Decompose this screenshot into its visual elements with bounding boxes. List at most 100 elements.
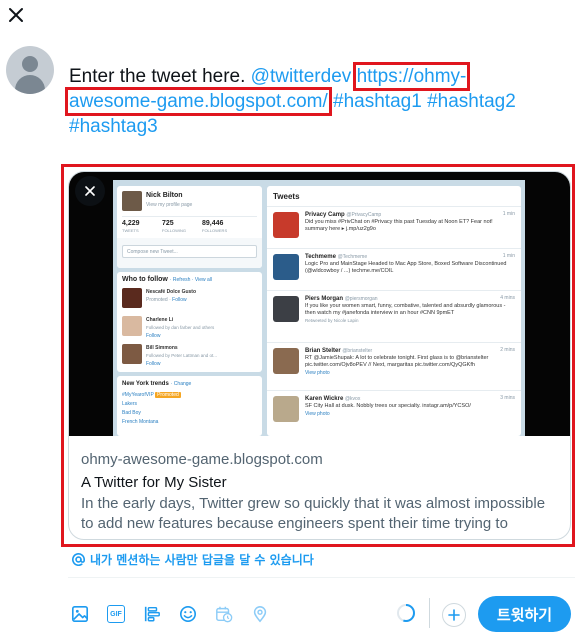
tweet-button[interactable]: 트윗하기: [478, 596, 571, 632]
card-description: In the early days, Twitter grew so quick…: [81, 495, 546, 532]
tweet-avatar: [273, 396, 299, 422]
follow-link: Follow: [172, 297, 187, 303]
url-part1: https://ohmy-: [352, 62, 471, 91]
hashtag-1: #hashtag1: [333, 91, 422, 112]
tweet-plain-text: Enter the tweet here.: [69, 66, 251, 87]
stat-value: 725: [162, 220, 174, 227]
close-icon: [85, 186, 95, 196]
tweet-handle: @piersmorgan: [344, 296, 378, 302]
tweet-avatar: [273, 254, 299, 280]
tweet-body: RT @JamieShupak: A lot to celebrate toni…: [305, 355, 489, 368]
tweet-body: SF City Hall at dusk. Nobbly trees our s…: [305, 403, 471, 409]
trend-label: #MyYearofVIP: [122, 392, 154, 398]
mention: @twitterdev: [250, 66, 352, 87]
trends-change-link: · Change: [170, 381, 192, 387]
tweet-author: Brian Stelter: [305, 348, 341, 354]
reply-setting-label: 내가 멘션하는 사람만 답글을 달 수 있습니다: [90, 553, 314, 567]
composer-toolbar: GIF: [62, 597, 278, 631]
card-title: A Twitter for My Sister: [81, 474, 227, 491]
suggestion-sub: Followed by Peter Lattman and ot...: [146, 353, 218, 358]
retweeted-by: Retweeted by Nicole Lapin: [305, 318, 359, 323]
add-tweet-button[interactable]: [442, 603, 466, 627]
tweet-handle: @PrivacyCamp: [346, 212, 382, 218]
hashtag-2: #hashtag2: [427, 91, 516, 112]
tweet-avatar: [273, 212, 299, 238]
poll-icon: [144, 606, 160, 622]
card-domain: ohmy-awesome-game.blogspot.com: [81, 451, 323, 468]
gif-label: GIF: [110, 610, 122, 618]
tweet-time: 1 min: [502, 253, 515, 259]
promoted-badge: Promoted: [155, 392, 181, 398]
stat-value: 4,229: [122, 220, 140, 227]
who-to-follow-pane: Who to follow · Refresh · View all Nesca…: [117, 272, 262, 372]
tweet-row: 1 min Techmeme @Techmeme Logic Pro and M…: [267, 248, 521, 290]
emoji-icon: [179, 605, 197, 623]
char-count-progress: [397, 604, 415, 622]
tweet-text-input[interactable]: Enter the tweet here. @twitterdev https:…: [65, 62, 569, 139]
gif-button[interactable]: GIF: [98, 597, 134, 631]
link-card[interactable]: Nick Bilton View my profile page 4,229 TW…: [68, 171, 571, 540]
trends-header: New York trends · Change: [122, 380, 191, 387]
avatar-body-shape: [15, 75, 45, 94]
suggestion-2: Charlene Li Followed by dan farber and ot…: [146, 316, 258, 340]
follow-link: Follow: [146, 361, 161, 367]
trend-item: #MyYearofVIP Promoted: [122, 391, 181, 399]
follow-link: Follow: [146, 333, 161, 339]
hashtag-3: #hashtag3: [69, 116, 158, 137]
compose-box: Compose new Tweet...: [117, 238, 262, 268]
stat-following: 725 FOLLOWING: [162, 220, 200, 235]
suggestion-sub: Promoted: [146, 297, 168, 303]
avatar[interactable]: [6, 46, 54, 94]
trends-title: New York trends: [122, 381, 169, 387]
profile-name: Nick Bilton: [146, 192, 183, 199]
stat-label: FOLLOWERS: [202, 228, 228, 233]
tweet-row: 2 mins Brian Stelter @brianstelter RT @J…: [267, 342, 521, 390]
tweet-time: 3 mins: [500, 395, 515, 401]
tweet-body: If you like your women smart, funny, com…: [305, 303, 506, 316]
stat-followers: 89,446 FOLLOWERS: [202, 220, 252, 235]
stat-label: TWEETS: [122, 228, 139, 233]
avatar-head-shape: [22, 56, 38, 72]
location-icon: [253, 606, 267, 623]
card-remove-button[interactable]: [75, 176, 105, 206]
suggestion-photo: [122, 316, 142, 336]
toolbar-separator: [429, 598, 430, 628]
tweet-avatar: [273, 296, 299, 322]
tweet-handle: @Techmeme: [337, 254, 368, 260]
emoji-button[interactable]: [170, 597, 206, 631]
who-to-follow-title: Who to follow · Refresh · View all: [122, 276, 212, 283]
profile-pane: Nick Bilton View my profile page 4,229 TW…: [117, 186, 262, 268]
tweet-row: 3 mins Karen Wickre @kvox SF City Hall a…: [267, 390, 521, 432]
trend-item: Lakers: [122, 401, 138, 407]
tweet-handle: @kvox: [344, 396, 361, 402]
suggestion-name: Charlene Li: [146, 317, 174, 323]
at-icon: [72, 553, 85, 566]
tweet-time: 2 mins: [500, 347, 515, 353]
trend-item: Bad Boy: [122, 410, 141, 416]
tweet-row: 4 mins Piers Morgan @piersmorgan If you …: [267, 290, 521, 342]
who-title: Who to follow: [122, 276, 168, 283]
close-button[interactable]: [4, 3, 28, 27]
card-image: Nick Bilton View my profile page 4,229 TW…: [69, 172, 570, 436]
divider: [122, 216, 257, 217]
divider: [68, 577, 575, 578]
tweet-author: Piers Morgan: [305, 296, 344, 302]
reply-setting-button[interactable]: 내가 멘션하는 사람만 답글을 달 수 있습니다: [72, 551, 314, 568]
poll-button[interactable]: [134, 597, 170, 631]
tweet-row: 1 min Privacy Camp @PrivacyCamp Did you …: [267, 206, 521, 248]
schedule-button[interactable]: [206, 597, 242, 631]
who-links: · Refresh · View all: [169, 277, 212, 283]
tweet-author: Techmeme: [305, 254, 336, 260]
suggestion-3: Bill Simmons Followed by Peter Lattman an…: [146, 344, 258, 368]
twitter-screenshot: Nick Bilton View my profile page 4,229 TW…: [113, 180, 525, 436]
schedule-icon: [216, 606, 233, 623]
stat-label: FOLLOWING: [162, 228, 187, 233]
suggestion-photo: [122, 344, 142, 364]
suggestion-1: Nescafé Dolce Gusto Promoted · Follow: [146, 288, 258, 304]
gif-icon: GIF: [107, 605, 125, 623]
tweet-author: Karen Wickre: [305, 396, 344, 402]
trend-item: French Montana: [122, 419, 159, 425]
media-button[interactable]: [62, 597, 98, 631]
location-button[interactable]: [242, 597, 278, 631]
tweet-body: Logic Pro and MainStage Headed to Mac Ap…: [305, 261, 507, 274]
